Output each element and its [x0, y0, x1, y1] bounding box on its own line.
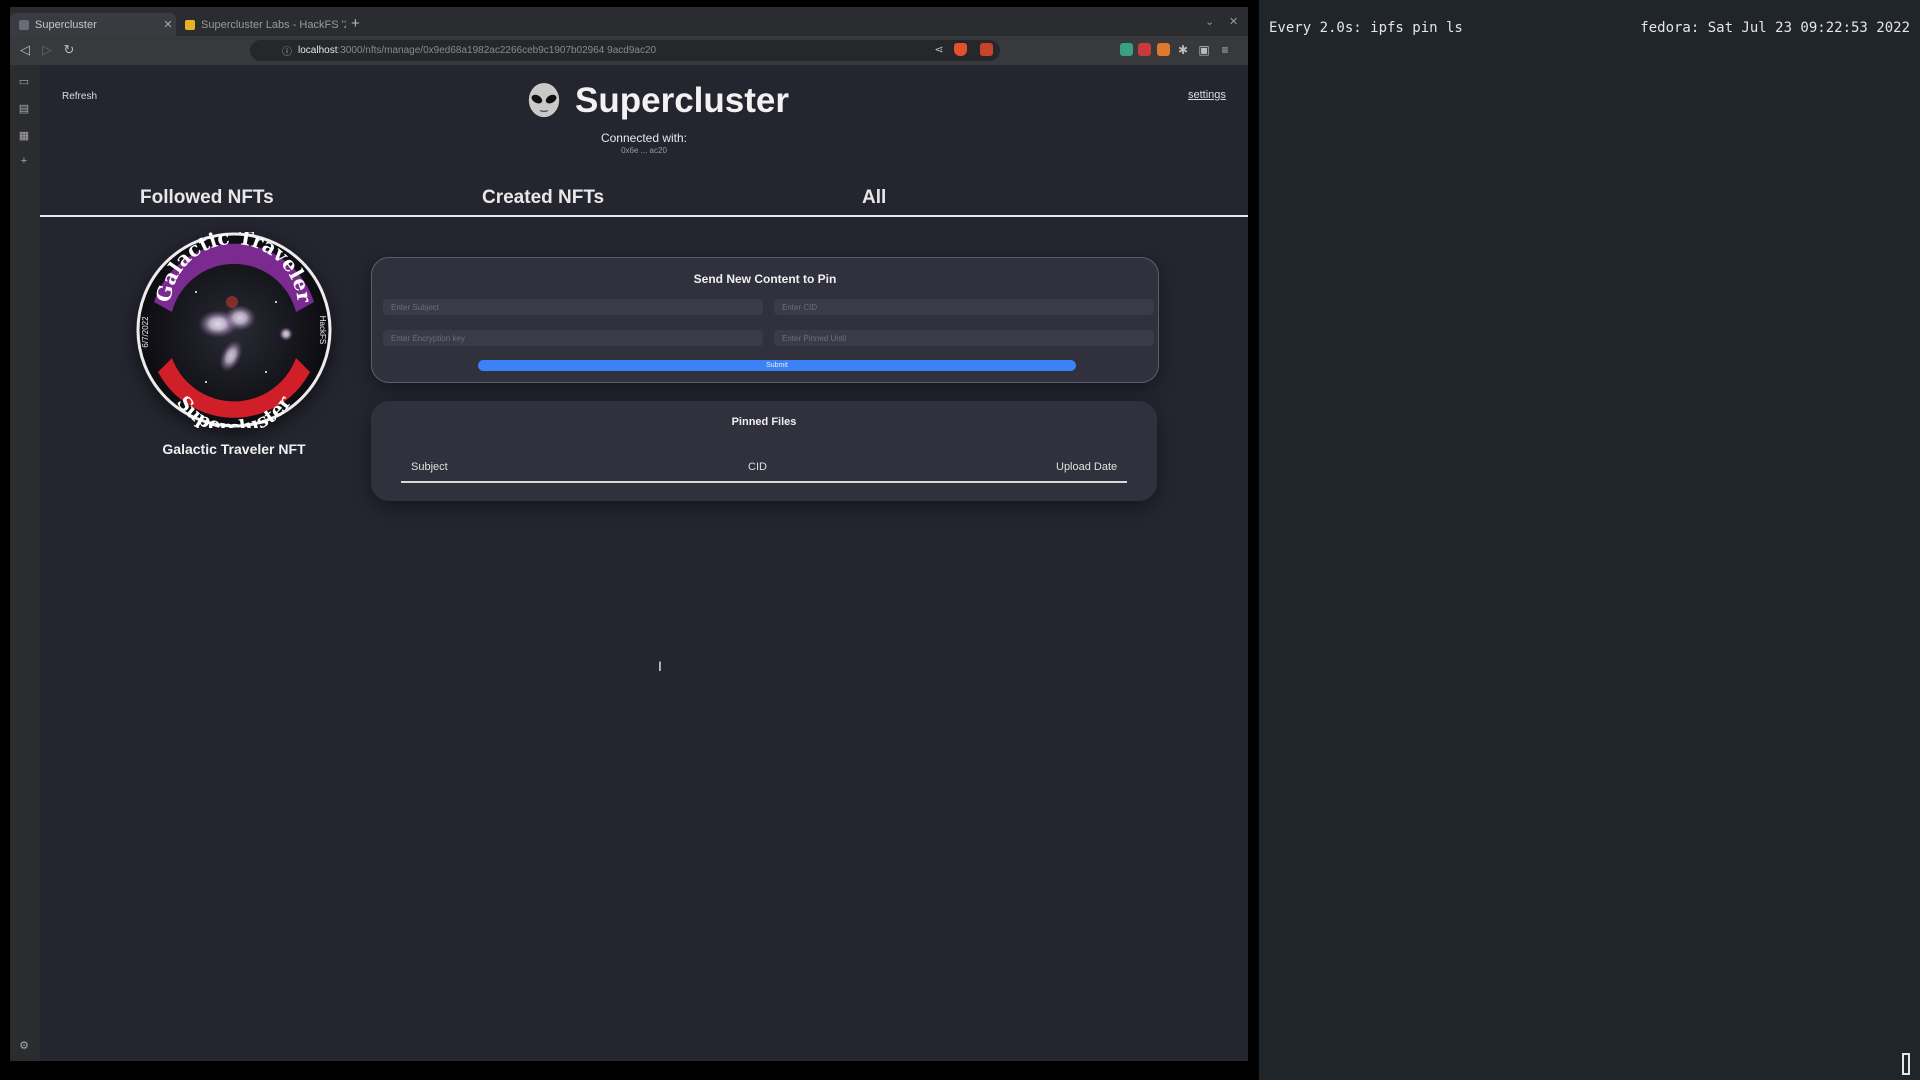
nft-badge[interactable]: Galactic Traveler Supercluster 6/7/2022 …: [136, 225, 332, 439]
extension-icon[interactable]: [1120, 43, 1133, 56]
nft-badge-image: Galactic Traveler Supercluster 6/7/2022 …: [136, 225, 332, 439]
address-bar[interactable]: ⓘ localhost :3000/nfts/manage/0x9ed68a19…: [250, 40, 1000, 61]
sidebar-bookmarks-icon[interactable]: ▦: [17, 129, 31, 142]
pinned-files-table: Pinned Files Subject CID Upload Date: [371, 401, 1157, 501]
refresh-button[interactable]: Refresh: [62, 91, 97, 102]
tab-followed-nfts[interactable]: Followed NFTs: [140, 187, 274, 209]
sidebar-settings-icon[interactable]: ⚙: [17, 1039, 31, 1052]
close-tab-icon[interactable]: ✕: [160, 18, 176, 31]
table-header-divider: [401, 481, 1127, 483]
sidebar-reading-list-icon[interactable]: ▤: [17, 102, 31, 115]
puzzle-icon[interactable]: ✱: [1174, 41, 1192, 59]
url-host: localhost: [298, 45, 338, 56]
column-header-subject: Subject: [411, 461, 448, 473]
brave-rewards-icon[interactable]: [980, 43, 993, 56]
send-content-form: Send New Content to Pin Submit: [371, 257, 1159, 383]
metamask-icon[interactable]: [1157, 43, 1170, 56]
tab-all[interactable]: All: [862, 187, 886, 209]
encryption-key-input[interactable]: [383, 330, 763, 346]
subject-input[interactable]: [383, 299, 763, 315]
nft-name: Galactic Traveler NFT: [162, 441, 306, 457]
terminal-cursor: [1902, 1053, 1910, 1075]
close-window-icon[interactable]: ✕: [1229, 15, 1238, 28]
tab-bar: Supercluster ✕ Supercluster Labs - HackF…: [10, 7, 1248, 36]
pinned-files-title: Pinned Files: [731, 416, 797, 428]
nft-tabs: Followed NFTs Created NFTs All: [40, 181, 1248, 217]
wallet-icon[interactable]: ▣: [1195, 41, 1213, 59]
text-cursor-icon: I: [658, 658, 662, 674]
browser-toolbar: ◁ ▷ ↻ ⊓ ⓘ localhost :3000/nfts/manage/0x…: [10, 36, 1248, 65]
app-page: Refresh settings Supercluster Connected …: [40, 65, 1248, 1061]
url-path: :3000/nfts/manage/0x9ed68a1982ac2266ceb9…: [337, 45, 657, 56]
column-header-upload-date: Upload Date: [1056, 461, 1118, 473]
sidebar-tabs-icon[interactable]: ▭: [17, 75, 31, 88]
submit-button[interactable]: Submit: [478, 360, 1076, 371]
favicon-icon: [19, 19, 29, 30]
tab-list-icon[interactable]: ⌄: [1205, 15, 1214, 28]
column-header-cid: CID: [748, 461, 767, 473]
sidebar-add-icon[interactable]: +: [17, 155, 31, 167]
menu-icon[interactable]: ≡: [1216, 41, 1234, 59]
tab-title: Supercluster Labs - HackFS '2: [201, 18, 346, 31]
app-title: Supercluster: [575, 81, 789, 120]
browser-tab-supercluster-labs[interactable]: Supercluster Labs - HackFS '2: [176, 13, 346, 36]
cid-input[interactable]: [774, 299, 1154, 315]
back-icon[interactable]: ◁: [16, 41, 34, 59]
alien-icon: [528, 82, 560, 118]
forward-icon[interactable]: ▷: [38, 41, 56, 59]
browser-window: Supercluster ✕ Supercluster Labs - HackF…: [10, 7, 1248, 1061]
share-icon[interactable]: ⋖: [930, 41, 948, 59]
badge-date-text: 6/7/2022: [141, 316, 150, 348]
pinned-until-input[interactable]: [774, 330, 1154, 346]
tab-created-nfts[interactable]: Created NFTs: [482, 187, 604, 209]
wallet-address: 0x6e ... ac20: [621, 146, 667, 155]
connected-label: Connected with:: [600, 131, 688, 145]
terminal-host-time: fedora: Sat Jul 23 09:22:53 2022: [1640, 20, 1910, 36]
settings-link[interactable]: settings: [1188, 89, 1226, 101]
browser-tab-supercluster[interactable]: Supercluster ✕: [10, 13, 176, 36]
tab-title: Supercluster: [35, 18, 97, 31]
extension-icon[interactable]: [1138, 43, 1151, 56]
brave-shield-icon[interactable]: [954, 43, 967, 56]
new-tab-button[interactable]: +: [351, 15, 360, 32]
reload-icon[interactable]: ↻: [60, 41, 78, 59]
watch-command: Every 2.0s: ipfs pin ls: [1269, 20, 1463, 36]
favicon-icon: [185, 19, 195, 30]
app-header: Supercluster: [525, 81, 789, 121]
terminal-window[interactable]: Every 2.0s: ipfs pin ls fedora: Sat Jul …: [1259, 0, 1920, 1080]
site-info-icon[interactable]: ⓘ: [282, 43, 292, 58]
form-title: Send New Content to Pin: [693, 272, 837, 286]
browser-sidebar: ▭ ▤ ▦ + ⚙: [10, 65, 40, 1061]
badge-event-text: HackFS: [318, 316, 327, 344]
